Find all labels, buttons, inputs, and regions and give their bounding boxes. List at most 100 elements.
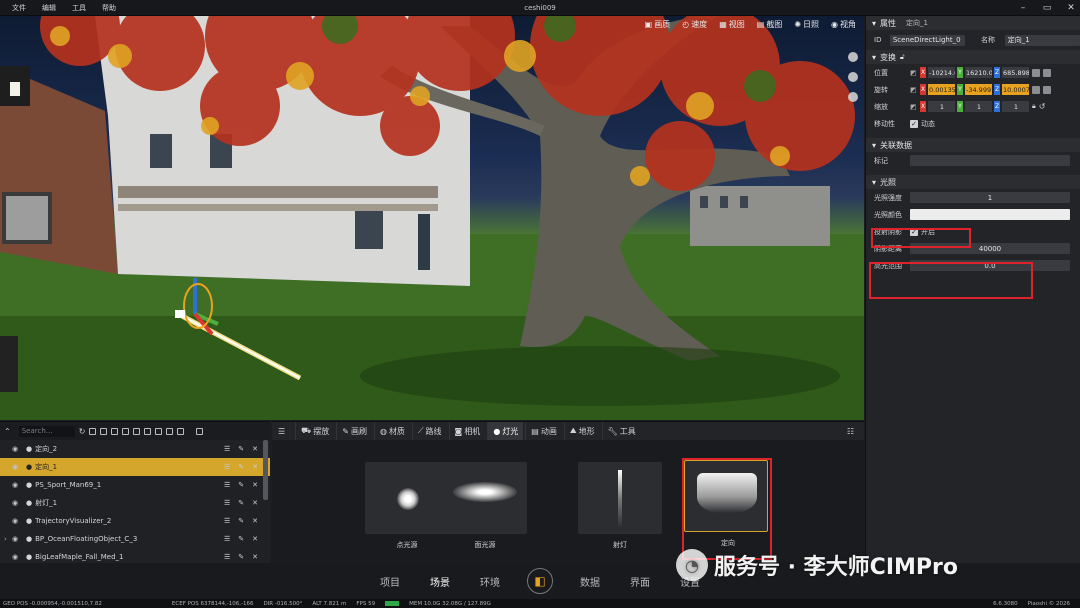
tab-camera[interactable]: ◙ 相机 bbox=[448, 422, 486, 440]
globe-icon[interactable] bbox=[848, 72, 858, 82]
edit-icon[interactable]: ✎ bbox=[238, 481, 244, 489]
card-point-light[interactable]: 点光源 bbox=[365, 462, 449, 558]
menu-icon[interactable]: ☰ bbox=[278, 427, 285, 436]
tab-terrain[interactable]: ⛰ 地形 bbox=[563, 422, 600, 440]
quality-button[interactable]: ▣ 画质 bbox=[639, 18, 677, 31]
visibility-eye-icon[interactable]: ◉ bbox=[12, 553, 20, 561]
mesh-icon[interactable]: ◩ bbox=[910, 86, 920, 94]
nav-environment[interactable]: 环境 bbox=[465, 574, 515, 589]
properties-icon[interactable]: ☰ bbox=[224, 517, 230, 525]
reset-icon[interactable]: ↺ bbox=[1039, 102, 1046, 111]
outliner-item[interactable]: ◉ ● PS_Sport_Man69_1 ☰ ✎ ✕ bbox=[0, 476, 270, 494]
chevron-down-icon[interactable]: ▾ bbox=[872, 53, 876, 62]
delete-icon[interactable]: ✕ bbox=[252, 463, 258, 471]
close-icon[interactable]: ✕ bbox=[1066, 3, 1076, 13]
chevron-down-icon[interactable]: ▾ bbox=[872, 178, 876, 187]
film-icon[interactable] bbox=[122, 427, 130, 435]
outliner-item[interactable]: ◉ ● 射灯_1 ☰ ✎ ✕ bbox=[0, 494, 270, 512]
delete-icon[interactable]: ✕ bbox=[252, 517, 258, 525]
visibility-eye-icon[interactable]: ◉ bbox=[12, 535, 20, 543]
delete-icon[interactable]: ✕ bbox=[252, 445, 258, 453]
scale-z-field[interactable]: 1 bbox=[1002, 101, 1029, 112]
tab-tools[interactable]: 🔧︎ 工具 bbox=[601, 422, 641, 440]
tab-brush[interactable]: ✎ 画刷 bbox=[336, 422, 372, 440]
visibility-eye-icon[interactable]: ◉ bbox=[12, 499, 20, 507]
add-icon[interactable] bbox=[848, 52, 858, 62]
mobility-checkbox[interactable]: ✓ bbox=[910, 119, 918, 128]
edit-icon[interactable]: ✎ bbox=[238, 535, 244, 543]
focus-icon[interactable] bbox=[100, 427, 108, 435]
tab-place[interactable]: ⛟ 摆放 bbox=[295, 422, 334, 440]
tag-field[interactable] bbox=[910, 155, 1070, 166]
expand-arrow-icon[interactable]: › bbox=[4, 535, 12, 543]
calendar-icon[interactable] bbox=[177, 427, 185, 435]
rotation-z-field[interactable]: 10.000774 bbox=[1002, 84, 1029, 95]
copy-icon[interactable] bbox=[1032, 68, 1040, 77]
home-button[interactable]: ◧ bbox=[527, 568, 553, 594]
collapse-icon[interactable]: ⌃ bbox=[4, 427, 11, 436]
nav-scene[interactable]: 场景 bbox=[415, 574, 465, 589]
outliner-item[interactable]: › ◉ ● BP_OceanFloatingObject_C_3 ☰ ✎ ✕ bbox=[0, 530, 270, 548]
minimize-icon[interactable]: – bbox=[1018, 3, 1028, 13]
menu-edit[interactable]: 编辑 bbox=[34, 3, 64, 13]
paste-icon[interactable] bbox=[1043, 85, 1051, 94]
tab-route[interactable]: ⟋ 路线 bbox=[411, 422, 447, 440]
mesh-icon[interactable]: ◩ bbox=[910, 103, 920, 111]
view-button[interactable]: ▦ 视图 bbox=[713, 18, 751, 31]
nav-project[interactable]: 项目 bbox=[365, 574, 415, 589]
list-view-icon[interactable]: ☷ bbox=[847, 427, 854, 436]
sunlight-button[interactable]: ✺ 日照 bbox=[788, 18, 825, 31]
rotation-x-field[interactable]: 0.001350 bbox=[928, 84, 955, 95]
properties-icon[interactable]: ☰ bbox=[224, 499, 230, 507]
chevron-down-icon[interactable]: ▾ bbox=[872, 141, 876, 150]
properties-icon[interactable]: ☰ bbox=[224, 481, 230, 489]
perspective-button[interactable]: ◉ 视角 bbox=[825, 18, 862, 31]
menu-file[interactable]: 文件 bbox=[4, 3, 34, 13]
outliner-search-input[interactable]: Search... bbox=[18, 425, 75, 437]
tab-light[interactable]: ● 灯光 bbox=[487, 422, 524, 440]
edit-icon[interactable]: ✎ bbox=[238, 463, 244, 471]
square-icon[interactable] bbox=[155, 427, 163, 435]
id-field[interactable]: SceneDirectLight_0 bbox=[889, 34, 966, 46]
frame-icon[interactable] bbox=[89, 427, 97, 435]
intensity-field[interactable]: 1 bbox=[910, 192, 1070, 203]
compass-icon[interactable] bbox=[848, 92, 858, 102]
delete-icon[interactable]: ✕ bbox=[252, 553, 258, 561]
delete-icon[interactable]: ✕ bbox=[252, 499, 258, 507]
outliner-scrollbar[interactable] bbox=[263, 440, 268, 500]
edit-icon[interactable]: ✎ bbox=[238, 499, 244, 507]
camera-icon[interactable] bbox=[111, 427, 119, 435]
delete-icon[interactable]: ✕ bbox=[252, 535, 258, 543]
properties-icon[interactable]: ☰ bbox=[224, 463, 230, 471]
visibility-eye-icon[interactable]: ◉ bbox=[12, 445, 20, 453]
box-icon[interactable] bbox=[166, 427, 174, 435]
rotation-y-field[interactable]: -34.99911 bbox=[965, 84, 992, 95]
paste-icon[interactable] bbox=[1043, 68, 1051, 77]
properties-icon[interactable]: ☰ bbox=[224, 553, 230, 561]
scale-x-field[interactable]: 1 bbox=[928, 101, 955, 112]
maximize-icon[interactable]: ▭ bbox=[1042, 3, 1052, 13]
outliner-item[interactable]: ◉ ● 定向_1 ☰ ✎ ✕ bbox=[0, 458, 270, 476]
edit-icon[interactable]: ✎ bbox=[238, 553, 244, 561]
scene-viewport[interactable]: ▣ 画质 ◴ 速度 ▦ 视图 ▤ 截图 ✺ 日照 ◉ 视角 bbox=[0, 16, 864, 420]
speed-button[interactable]: ◴ 速度 bbox=[676, 18, 713, 31]
edit-icon[interactable]: ✎ bbox=[238, 445, 244, 453]
screenshot-button[interactable]: ▤ 截图 bbox=[751, 18, 789, 31]
edit-icon[interactable]: ✎ bbox=[238, 517, 244, 525]
position-y-field[interactable]: 16210.00 bbox=[965, 67, 992, 78]
visibility-eye-icon[interactable]: ◉ bbox=[12, 517, 20, 525]
visibility-eye-icon[interactable]: ◉ bbox=[12, 463, 20, 471]
card-area-light[interactable]: 面光源 bbox=[443, 462, 527, 558]
light-color-swatch[interactable] bbox=[910, 209, 1070, 220]
card-spot-light[interactable]: 射灯 bbox=[578, 462, 662, 558]
name-field[interactable]: 定向_1 bbox=[1004, 34, 1080, 46]
copy-icon[interactable] bbox=[1032, 85, 1040, 94]
visibility-eye-icon[interactable]: ◉ bbox=[12, 481, 20, 489]
refresh-icon[interactable]: ↻ bbox=[79, 427, 86, 436]
delete-icon[interactable]: ✕ bbox=[252, 481, 258, 489]
tab-animation[interactable]: ▤ 动画 bbox=[525, 422, 562, 440]
nav-interface[interactable]: 界面 bbox=[615, 574, 665, 589]
tab-material[interactable]: ◍ 材质 bbox=[373, 422, 410, 440]
panel-icon[interactable] bbox=[196, 427, 204, 435]
position-x-field[interactable]: -10214.0€ bbox=[928, 67, 955, 78]
